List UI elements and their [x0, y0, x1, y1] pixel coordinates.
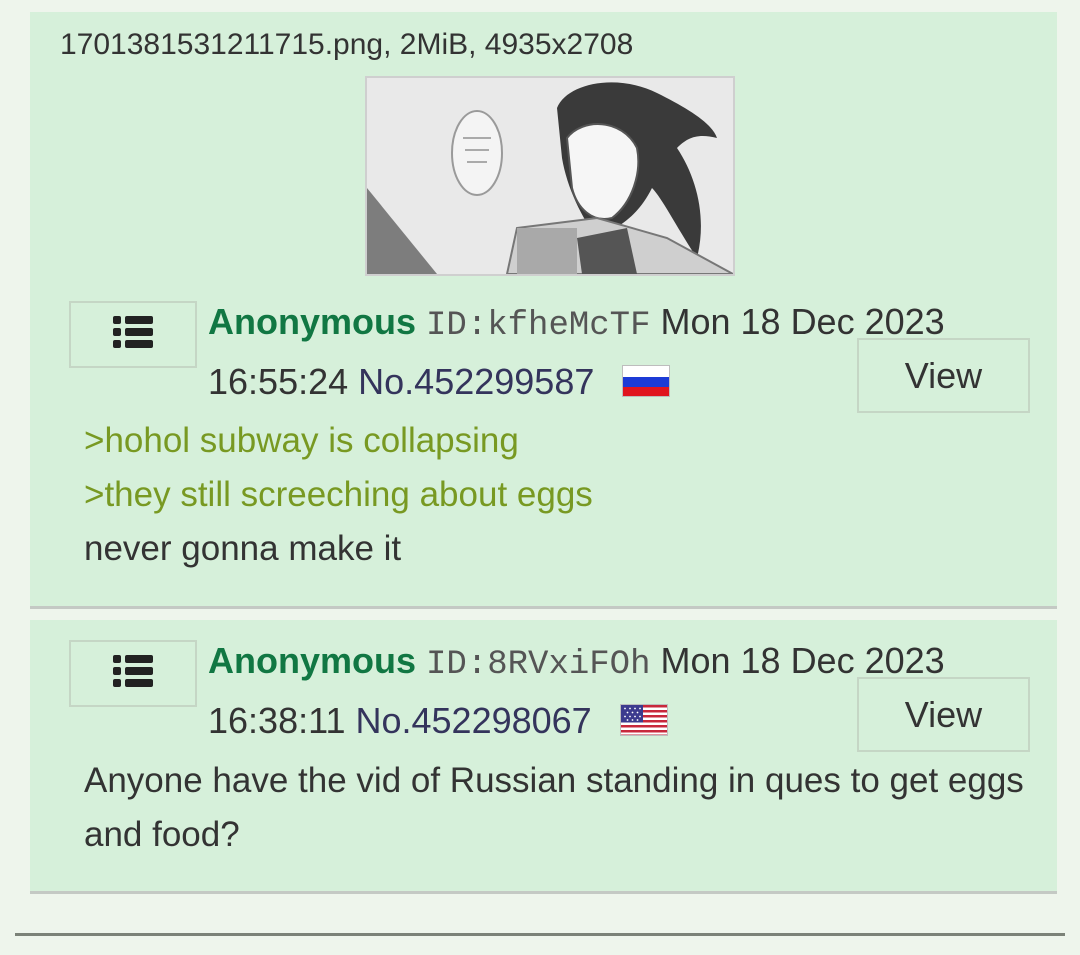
poster-name: Anonymous: [208, 640, 417, 681]
post-comment: Anyone have the vid of Russian standing …: [84, 761, 1024, 854]
poster-name: Anonymous: [208, 301, 417, 342]
reply-post: 1701381531211715.png, 2MiB, 4935x2708 An…: [30, 12, 1057, 609]
view-button[interactable]: View: [857, 338, 1030, 413]
post-number[interactable]: No.452298067: [355, 700, 591, 741]
post-comment: >hohol subway is collapsing >they still …: [84, 414, 1044, 576]
file-info[interactable]: 1701381531211715.png, 2MiB, 4935x2708: [60, 28, 633, 62]
list-menu-icon: [113, 316, 153, 353]
greentext-line: >they still screeching about eggs: [84, 475, 593, 514]
file-thumbnail[interactable]: [365, 76, 735, 276]
post-menu-button[interactable]: [69, 640, 197, 707]
post-number[interactable]: No.452299587: [358, 361, 594, 402]
comment-line: never gonna make it: [84, 529, 402, 568]
reply-post: Anonymous ID:8RVxiFOh Mon 18 Dec 2023 16…: [30, 620, 1057, 894]
view-button[interactable]: View: [857, 677, 1030, 752]
poster-id[interactable]: ID:kfheMcTF: [426, 307, 650, 345]
greentext-line: >hohol subway is collapsing: [84, 421, 519, 460]
usa-flag-icon: [619, 704, 668, 737]
russia-flag-icon: [622, 365, 671, 398]
divider: [15, 933, 1065, 936]
poster-id[interactable]: ID:8RVxiFOh: [426, 646, 650, 684]
list-menu-icon: [113, 655, 153, 692]
post-menu-button[interactable]: [69, 301, 197, 368]
